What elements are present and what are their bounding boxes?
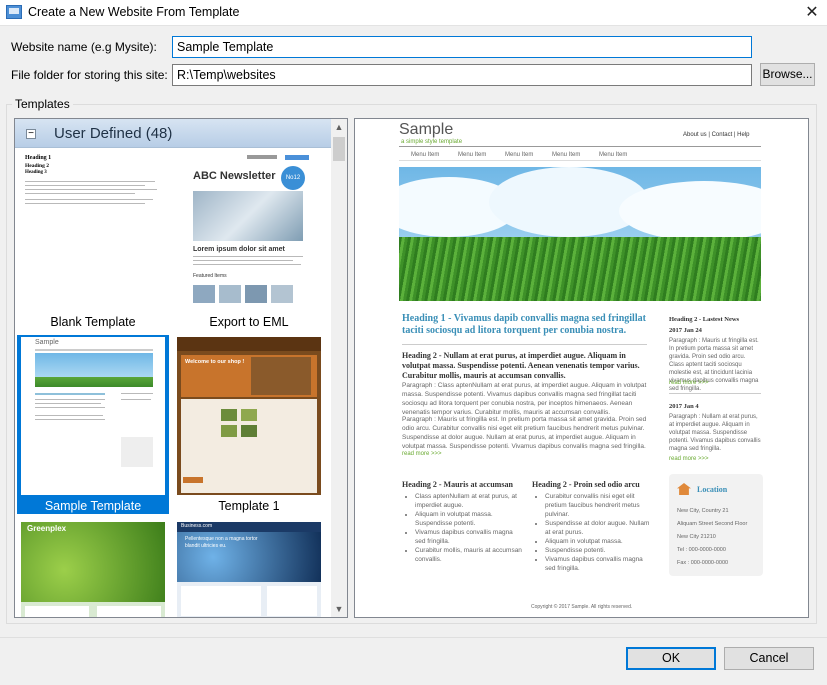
template-tile-greenplex[interactable]: Greenplex [17,520,169,617]
website-name-label: Website name (e.g Mysite): [11,40,157,54]
template-tile-eml[interactable]: ABC Newsletter No12 Lorem ipsum dolor si… [173,151,325,330]
preview-menu-item: Menu Item [552,152,581,158]
preview-paragraph-2: Paragraph : Mauris ut fringilla est. In … [402,416,647,450]
preview-list-c: Curabitur convallis nisi eget elit preti… [545,492,655,573]
preview-location-box: Location New City, Country 21 Aliquam St… [669,474,763,576]
thumb-lead: Lorem ipsum dolor sit amet [193,246,285,253]
template-label: Export to EML [209,315,289,329]
preview-location-line: Fax : 000-0000-0000 [677,560,729,566]
thumb-hero: Pellentesque non a magna tortor blandit … [185,536,258,549]
preview-list-item: Aliquam in volutpat massa. Suspendisse p… [415,510,525,528]
preview-read-more: read more >>> [669,456,709,462]
preview-news-date: 2017 Jan 24 [669,327,702,334]
category-title: User Defined (48) [54,125,173,142]
preview-menu-item: Menu Item [599,152,628,158]
preview-location-line: Aliquam Street Second Floor [677,521,748,527]
ok-button[interactable]: OK [626,647,716,670]
template-tile-blank[interactable]: Heading 1 Heading 2 Heading 3 Blank Temp… [17,151,169,330]
template-preview: Sample a simple style template About us … [354,118,809,618]
scroll-thumb[interactable] [333,137,345,161]
preview-copyright: Copyright © 2017 Sample. All rights rese… [531,604,633,610]
cancel-button[interactable]: Cancel [724,647,814,670]
scroll-down-icon[interactable]: ▼ [331,601,347,617]
collapse-icon[interactable]: − [26,129,36,139]
browse-button[interactable]: Browse... [760,63,815,86]
thumb-heading-3: Heading 3 [25,170,47,175]
close-icon[interactable]: ✕ [798,1,826,25]
scroll-up-icon[interactable]: ▲ [331,119,347,135]
folder-label: File folder for storing this site: [11,68,168,82]
thumb-brand: Greenplex [27,524,67,533]
preview-menu-item: Menu Item [505,152,534,158]
thumb-heading-1: Heading 1 [25,155,52,161]
template-list[interactable]: − User Defined (48) Heading 1 Heading 2 … [14,118,348,618]
preview-location-line: New City, Country 21 [677,508,729,514]
preview-menu: Menu Item Menu Item Menu Item Menu Item … [399,149,761,161]
template-label: Blank Template [50,315,136,329]
template-tile-template1[interactable]: Welcome to our shop ! Template 1 [173,335,325,514]
preview-list-item: Aliquam in volutpat massa. [545,537,655,546]
template-thumbnail: Business.com Pellentesque non a magna to… [177,522,321,617]
preview-logo: Sample [399,121,454,138]
preview-tagline: a simple style template [401,139,463,145]
preview-list-item: Curabitur convallis nisi eget elit preti… [545,492,655,519]
preview-read-more: read more >>> [669,380,709,386]
folder-input[interactable]: R:\Temp\websites [172,64,752,86]
preview-heading-1: Heading 1 - Vivamus dapib convallis magn… [402,313,646,336]
preview-list-b: Class aptenNullam at erat purus, at impe… [415,492,525,564]
house-icon [677,483,691,495]
preview-news-text: Paragraph : Nullam at erat purus, at imp… [669,414,761,452]
thumb-newsletter-title: ABC Newsletter [193,170,276,182]
thumb-issue-badge: No12 [281,166,305,190]
preview-list-item: Suspendisse potenti. [545,546,655,555]
app-window-icon [6,5,22,19]
category-header[interactable]: − User Defined (48) [15,119,331,148]
preview-heading-2a: Heading 2 - Nullam at erat purus, at imp… [402,351,640,380]
template-thumbnail: Sample [21,337,165,495]
preview-location-title: Location [697,485,728,494]
preview-news-title: Heading 2 - Lastest News [669,316,740,323]
template-thumbnail: Welcome to our shop ! [177,337,321,495]
preview-heading-2b: Heading 2 - Mauris at accumsan [402,480,513,489]
thumb-featured: Featured Items [193,273,227,279]
preview-list-item: Curabitur mollis, mauris at accumsan con… [415,546,525,564]
templates-group-label: Templates [12,97,73,111]
preview-menu-item: Menu Item [458,152,487,158]
template-thumbnail: Heading 1 Heading 2 Heading 3 [21,153,165,311]
template-label: Sample Template [44,499,142,513]
website-name-input[interactable]: Sample Template [172,36,752,58]
thumb-heading-2: Heading 2 [25,163,49,169]
preview-list-item: Suspendisse at dolor augue. Nullam at er… [545,519,655,537]
preview-heading-2c: Heading 2 - Proin sed odio arcu [532,480,640,489]
preview-hero-image [399,167,761,301]
thumb-banner: Welcome to our shop ! [185,359,245,365]
template-label: Template 1 [218,499,280,513]
template-thumbnail: Greenplex [21,522,165,617]
preview-paragraph-1: Paragraph : Class aptenNullam at erat pu… [402,382,647,416]
preview-list-item: Class aptenNullam at erat purus, at impe… [415,492,525,510]
preview-list-item: Vivamus dapibus convallis magna sed frin… [545,555,655,573]
thumb-brand: Business.com [181,523,213,529]
preview-location-line: New City 21210 [677,534,716,540]
template-thumbnail: ABC Newsletter No12 Lorem ipsum dolor si… [177,153,321,311]
preview-news-date: 2017 Jan 4 [669,403,699,410]
thumb-logo: Sample [35,339,59,346]
preview-top-links: About us | Contact | Help [683,132,750,138]
preview-location-line: Tel : 000-0000-0000 [677,547,726,553]
template-tile-sample[interactable]: Sample Sample Template [17,335,169,514]
title-bar: Create a New Website From Template ✕ [0,0,827,26]
preview-read-more: read more >>> [402,451,442,457]
window-title: Create a New Website From Template [28,5,240,19]
template-tile-business[interactable]: Business.com Pellentesque non a magna to… [173,520,325,617]
preview-list-item: Vivamus dapibus convallis magna sed frin… [415,528,525,546]
list-scrollbar[interactable] [331,119,347,617]
preview-menu-item: Menu Item [411,152,440,158]
